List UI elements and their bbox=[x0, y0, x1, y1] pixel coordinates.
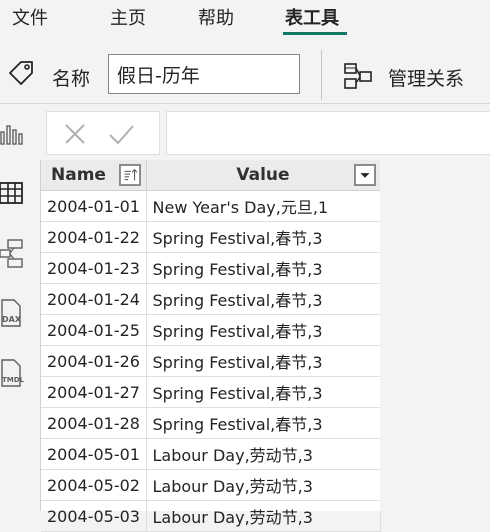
tag-icon bbox=[9, 61, 33, 85]
report-view-icon[interactable] bbox=[0, 118, 26, 148]
cell-name[interactable]: 2004-05-01 bbox=[41, 438, 147, 470]
table-row[interactable]: 2004-01-27 Spring Festival,春节,3 bbox=[41, 376, 381, 408]
ribbon-divider bbox=[321, 50, 322, 100]
cell-name[interactable]: 2004-01-23 bbox=[41, 252, 147, 284]
tmdl-view-icon[interactable]: TMDL bbox=[0, 358, 26, 388]
cell-value[interactable]: Spring Festival,春节,3 bbox=[146, 314, 381, 346]
close-icon[interactable] bbox=[61, 120, 89, 148]
svg-text:TMDL: TMDL bbox=[2, 376, 25, 384]
manage-relationships-icon bbox=[344, 63, 372, 89]
cell-value[interactable]: Spring Festival,春节,3 bbox=[146, 345, 381, 377]
column-header-name-label: Name bbox=[51, 165, 106, 185]
check-icon[interactable] bbox=[107, 120, 135, 148]
cell-value[interactable]: New Year's Day,元旦,1 bbox=[146, 190, 381, 222]
cell-value[interactable]: Spring Festival,春节,3 bbox=[146, 252, 381, 284]
manage-relationships-label: 管理关系 bbox=[388, 68, 465, 90]
dropdown-arrow-icon[interactable] bbox=[353, 164, 376, 186]
table-row[interactable]: 2004-05-02 Labour Day,劳动节,3 bbox=[41, 469, 381, 501]
cell-name[interactable]: 2004-01-28 bbox=[41, 407, 147, 439]
view-rail: DAX TMDL bbox=[0, 104, 30, 511]
cell-name[interactable]: 2004-05-03 bbox=[41, 500, 147, 532]
empty-canvas-area bbox=[380, 160, 490, 511]
tab-home[interactable]: 主页 bbox=[110, 4, 146, 30]
table-row[interactable]: 2004-01-28 Spring Festival,春节,3 bbox=[41, 407, 381, 439]
table-row[interactable]: 2004-01-23 Spring Festival,春节,3 bbox=[41, 252, 381, 284]
cell-value[interactable]: Spring Festival,春节,3 bbox=[146, 283, 381, 315]
table-name-input[interactable] bbox=[108, 54, 300, 94]
data-grid: Name Value 2004-01-01 New Year's Day,元旦,… bbox=[40, 160, 381, 532]
column-header-value-label: Value bbox=[236, 165, 290, 185]
cell-name[interactable]: 2004-01-24 bbox=[41, 283, 147, 315]
cell-name[interactable]: 2004-01-25 bbox=[41, 314, 147, 346]
tab-file[interactable]: 文件 bbox=[12, 4, 48, 30]
active-tab-indicator bbox=[283, 32, 347, 35]
dax-query-view-icon[interactable]: DAX bbox=[0, 298, 26, 328]
cell-value[interactable]: Spring Festival,春节,3 bbox=[146, 221, 381, 253]
cell-name[interactable]: 2004-01-22 bbox=[41, 221, 147, 253]
sort-icon[interactable] bbox=[119, 164, 141, 186]
cell-value[interactable]: Labour Day,劳动节,3 bbox=[146, 500, 381, 532]
table-row[interactable]: 2004-01-26 Spring Festival,春节,3 bbox=[41, 345, 381, 377]
tab-help[interactable]: 帮助 bbox=[198, 4, 234, 30]
cell-name[interactable]: 2004-01-27 bbox=[41, 376, 147, 408]
cell-value[interactable]: Spring Festival,春节,3 bbox=[146, 407, 381, 439]
table-row[interactable]: 2004-01-25 Spring Festival,春节,3 bbox=[41, 314, 381, 346]
formula-input[interactable] bbox=[166, 111, 490, 155]
table-row[interactable]: 2004-05-01 Labour Day,劳动节,3 bbox=[41, 438, 381, 470]
cell-name[interactable]: 2004-05-02 bbox=[41, 469, 147, 501]
name-label: 名称 bbox=[52, 68, 91, 90]
ribbon-tabs: 文件 主页 帮助 表工具 bbox=[0, 0, 490, 38]
cell-value[interactable]: Spring Festival,春节,3 bbox=[146, 376, 381, 408]
ribbon-bottom-border bbox=[0, 103, 490, 104]
table-row[interactable]: 2004-05-03 Labour Day,劳动节,3 bbox=[41, 500, 381, 532]
table-view-icon[interactable] bbox=[0, 178, 26, 208]
cell-value[interactable]: Labour Day,劳动节,3 bbox=[146, 469, 381, 501]
table-row[interactable]: 2004-01-01 New Year's Day,元旦,1 bbox=[41, 190, 381, 222]
cell-name[interactable]: 2004-01-26 bbox=[41, 345, 147, 377]
cell-name[interactable]: 2004-01-01 bbox=[41, 190, 147, 222]
table-row[interactable]: 2004-01-22 Spring Festival,春节,3 bbox=[41, 221, 381, 253]
formula-bar-actions bbox=[46, 111, 160, 155]
manage-relationships-button[interactable]: 管理关系 bbox=[340, 54, 490, 94]
svg-text:DAX: DAX bbox=[2, 315, 22, 324]
ribbon: 名称 管理关系 bbox=[0, 38, 490, 104]
table-row[interactable]: 2004-01-24 Spring Festival,春节,3 bbox=[41, 283, 381, 315]
cell-value[interactable]: Labour Day,劳动节,3 bbox=[146, 438, 381, 470]
model-view-icon[interactable] bbox=[0, 238, 26, 268]
column-header-name[interactable]: Name bbox=[41, 160, 147, 191]
tab-table-tools[interactable]: 表工具 bbox=[285, 4, 339, 30]
column-header-value[interactable]: Value bbox=[146, 160, 381, 191]
